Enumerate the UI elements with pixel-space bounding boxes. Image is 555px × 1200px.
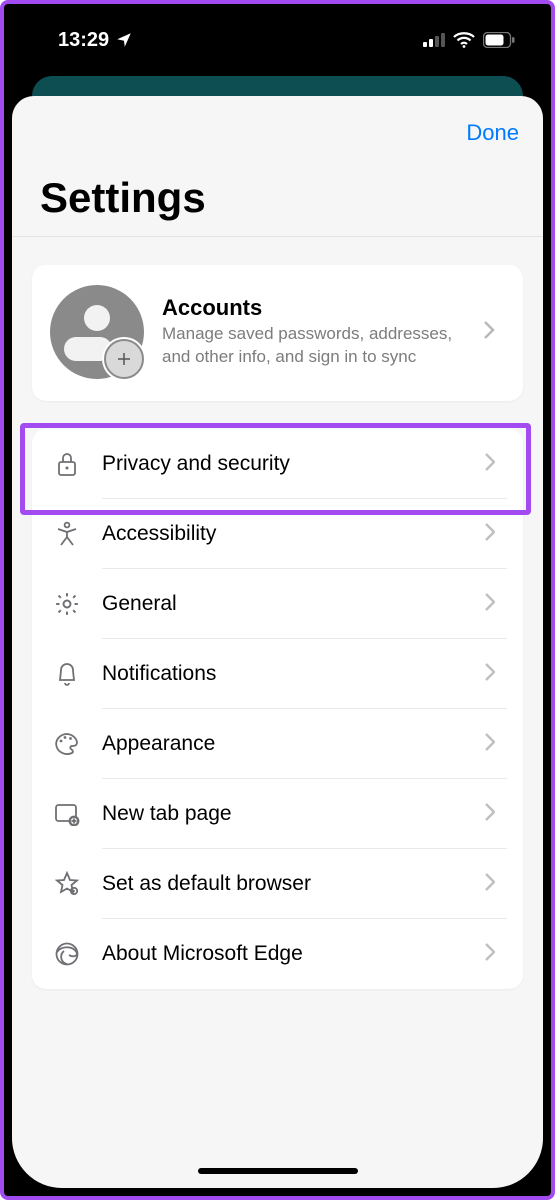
edge-icon (52, 941, 82, 967)
row-label-appearance: Appearance (82, 732, 485, 756)
row-label-newtab: New tab page (82, 802, 485, 826)
chevron-right-icon (485, 523, 507, 546)
settings-list: Privacy and security Acces (32, 429, 523, 989)
home-indicator[interactable] (198, 1168, 358, 1174)
accounts-title: Accounts (162, 295, 475, 321)
new-tab-icon (52, 802, 82, 826)
chevron-right-icon (485, 453, 507, 476)
gear-icon (52, 591, 82, 617)
cellular-icon (423, 33, 445, 47)
status-time: 13:29 (58, 29, 109, 52)
status-left: 13:29 (58, 29, 133, 52)
accounts-subtitle: Manage saved passwords, addresses, and o… (162, 323, 475, 369)
accessibility-icon (52, 521, 82, 547)
row-label-default: Set as default browser (82, 872, 485, 896)
chevron-right-icon (485, 593, 507, 616)
row-label-notifications: Notifications (82, 662, 485, 686)
row-about[interactable]: About Microsoft Edge (32, 919, 523, 989)
row-appearance[interactable]: Appearance (32, 709, 523, 779)
settings-sheet: Done Settings Accounts Manage saved pass… (12, 96, 543, 1188)
done-button[interactable]: Done (466, 120, 519, 146)
chevron-right-icon (485, 873, 507, 896)
content: Accounts Manage saved passwords, address… (12, 237, 543, 989)
avatar (50, 285, 144, 379)
sheet-header: Done (12, 96, 543, 152)
row-label-about: About Microsoft Edge (82, 942, 485, 966)
chevron-right-icon (485, 943, 507, 966)
row-general[interactable]: General (32, 569, 523, 639)
accounts-text: Accounts Manage saved passwords, address… (144, 295, 483, 369)
device-frame: 13:29 (0, 0, 555, 1200)
battery-icon (483, 32, 515, 48)
accounts-card[interactable]: Accounts Manage saved passwords, address… (32, 265, 523, 401)
chevron-right-icon (485, 733, 507, 756)
row-label-general: General (82, 592, 485, 616)
star-gear-icon (52, 871, 82, 897)
bell-icon (52, 661, 82, 687)
row-privacy[interactable]: Privacy and security (32, 429, 523, 499)
status-right (423, 32, 515, 48)
location-icon (115, 31, 133, 49)
status-bar: 13:29 (4, 4, 551, 76)
row-label-accessibility: Accessibility (82, 522, 485, 546)
row-label-privacy: Privacy and security (82, 452, 485, 476)
row-default-browser[interactable]: Set as default browser (32, 849, 523, 919)
chevron-right-icon (485, 663, 507, 686)
palette-icon (52, 732, 82, 756)
row-newtab[interactable]: New tab page (32, 779, 523, 849)
row-accessibility[interactable]: Accessibility (32, 499, 523, 569)
page-title: Settings (12, 152, 543, 236)
chevron-right-icon (483, 320, 505, 345)
plus-icon (104, 339, 144, 379)
wifi-icon (453, 32, 475, 48)
row-notifications[interactable]: Notifications (32, 639, 523, 709)
lock-icon (52, 451, 82, 477)
chevron-right-icon (485, 803, 507, 826)
